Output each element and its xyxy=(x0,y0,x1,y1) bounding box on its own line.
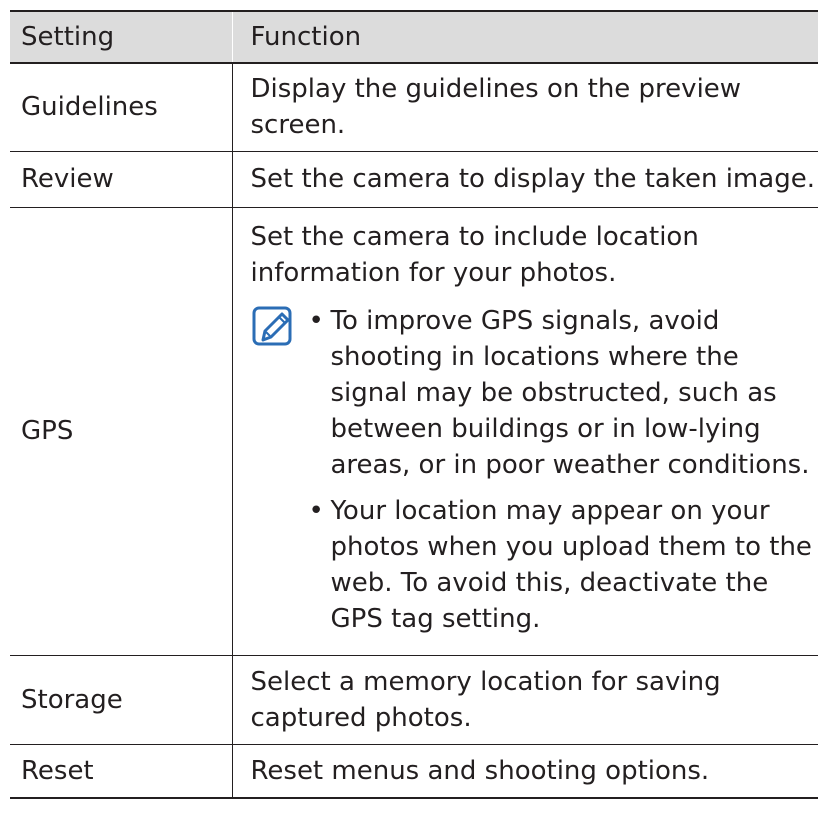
setting-cell: Guidelines xyxy=(10,63,232,152)
list-item: • Your location may appear on your photo… xyxy=(307,493,819,637)
setting-cell: GPS xyxy=(10,207,232,656)
table-row: Storage Select a memory location for sav… xyxy=(10,655,818,745)
note-pencil-icon xyxy=(252,306,291,346)
bullet: • xyxy=(308,306,324,336)
setting-cell: Review xyxy=(10,151,232,208)
function-cell: Select a memory location for saving capt… xyxy=(231,655,818,745)
header-function: Function xyxy=(231,10,818,64)
table-row: GPS Set the camera to include location i… xyxy=(10,207,819,656)
table-row: Review Set the camera to display the tak… xyxy=(10,151,818,208)
bullet: • xyxy=(308,496,324,526)
table-row: Reset Reset menus and shooting options. xyxy=(10,744,818,799)
function-text: Set the camera to include location infor… xyxy=(250,222,699,288)
note-list: • To improve GPS signals, avoid shooting… xyxy=(307,303,819,637)
function-cell: Reset menus and shooting options. xyxy=(231,744,818,799)
setting-cell: Reset xyxy=(10,744,232,799)
header-setting: Setting xyxy=(10,10,232,64)
function-cell: Set the camera to display the taken imag… xyxy=(231,151,818,208)
note-block: • To improve GPS signals, avoid shooting… xyxy=(251,303,819,637)
setting-cell: Storage xyxy=(10,655,232,745)
note-text: To improve GPS signals, avoid shooting i… xyxy=(330,306,810,480)
settings-table: Setting Function Guidelines Display the … xyxy=(10,10,818,799)
table-header-row: Setting Function xyxy=(10,10,818,64)
list-item: • To improve GPS signals, avoid shooting… xyxy=(307,303,819,483)
function-cell: Set the camera to include location infor… xyxy=(231,207,819,656)
function-cell: Display the guidelines on the preview sc… xyxy=(231,63,818,152)
note-text: Your location may appear on your photos … xyxy=(330,496,812,634)
table-row: Guidelines Display the guidelines on the… xyxy=(10,63,818,152)
